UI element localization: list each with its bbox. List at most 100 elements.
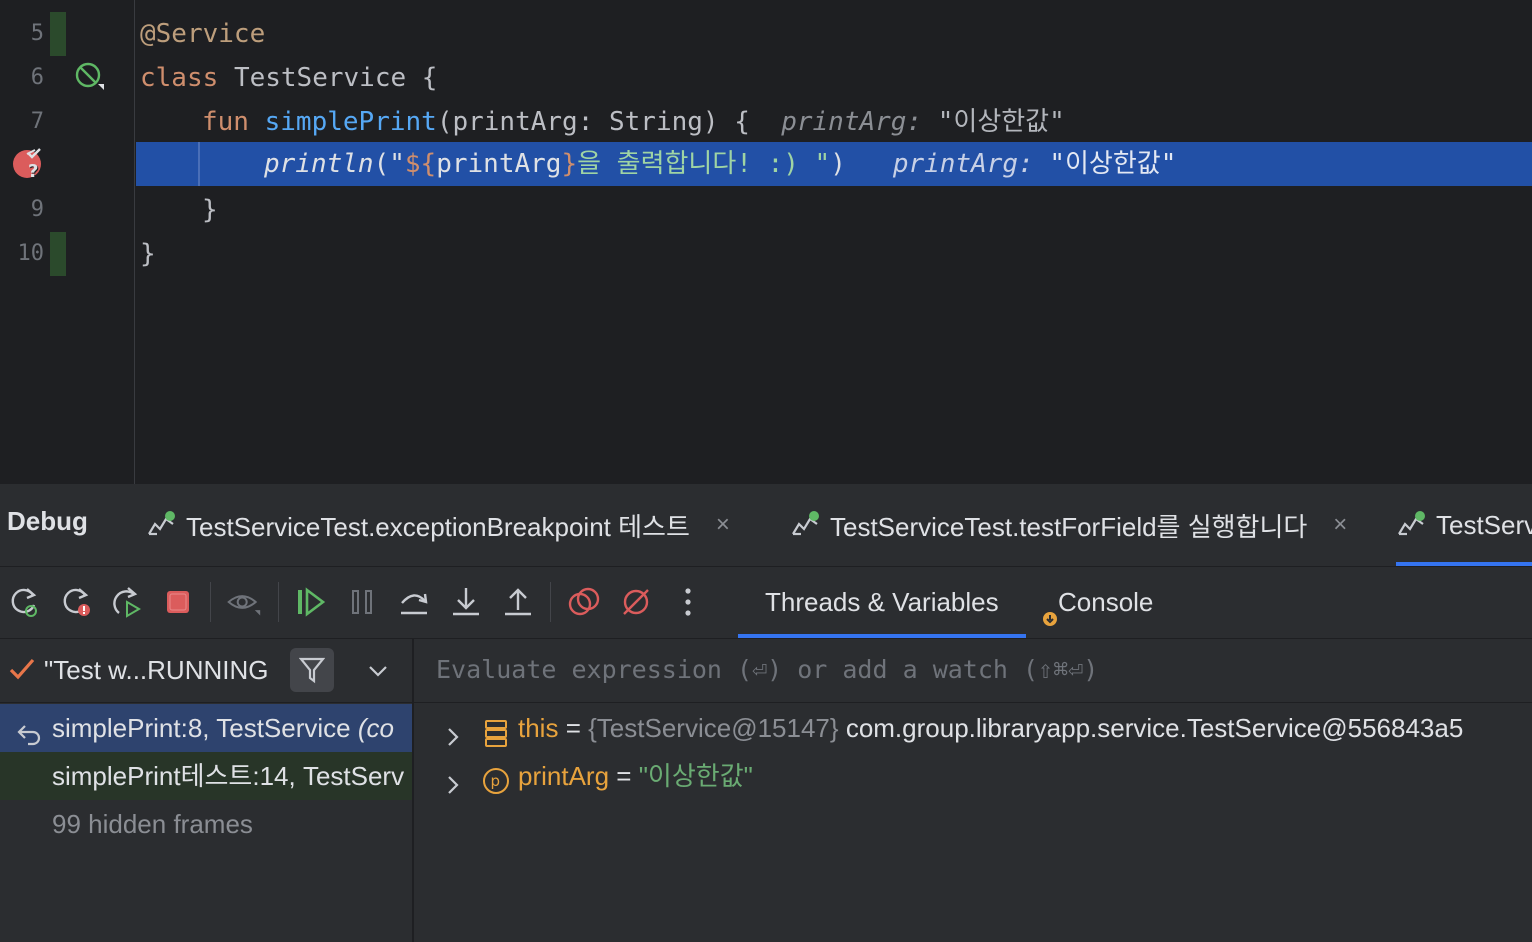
line-number: 9 <box>30 197 44 222</box>
test-run-icon <box>146 510 176 540</box>
breakpoint-icon[interactable]: ? ? <box>12 148 46 183</box>
mute-breakpoints-icon[interactable] <box>618 584 654 620</box>
more-options-icon[interactable] <box>670 584 706 620</box>
frame-row-selected[interactable]: simplePrint:8, TestService (co <box>0 704 412 752</box>
tab-label: Console <box>1058 586 1154 617</box>
code-text: class TestService { <box>140 56 437 100</box>
inline-value-label: printArg: <box>892 149 1034 179</box>
thread-selector[interactable]: "Test w...RUNNING <box>0 638 412 703</box>
vcs-change-marker[interactable] <box>50 12 66 56</box>
step-over-icon[interactable] <box>396 584 432 620</box>
chevron-right-icon[interactable] <box>444 716 464 746</box>
debug-panel: Debug TestServiceTest.exceptionBreakpoin… <box>0 484 1532 942</box>
variable-name: printArg <box>518 761 610 791</box>
code-text: } <box>202 195 218 225</box>
run-tab-active[interactable]: TestServ <box>1396 484 1532 566</box>
disabled-run-icon[interactable] <box>74 62 104 92</box>
code-line[interactable]: 6 class TestService { <box>0 56 1532 100</box>
equals-sign: = <box>616 761 632 791</box>
run-tab-test-for-field[interactable]: TestServiceTest.testForField를 실행합니다 × <box>790 484 1347 566</box>
code-punct: (" <box>373 149 405 179</box>
tab-label: Threads & Variables <box>765 586 999 617</box>
close-icon[interactable]: × <box>716 511 730 539</box>
close-icon[interactable]: × <box>1333 511 1347 539</box>
resume-icon[interactable] <box>292 584 328 620</box>
frame-name: simplePrint:8, TestService <box>52 713 351 743</box>
chevron-down-icon[interactable] <box>366 658 390 682</box>
equals-sign: = <box>565 713 581 743</box>
tab-console[interactable]: Console <box>1042 566 1153 638</box>
code-line[interactable]: 5 @Service <box>0 12 1532 56</box>
frame-label: simplePrint:8, TestService (co <box>52 704 394 752</box>
string-literal: 을 출력합니다! :) " <box>577 149 831 179</box>
tab-label: TestServiceTest.testForField를 실행합니다 <box>830 511 1308 542</box>
code-line[interactable]: 9 } <box>0 188 1532 232</box>
code-punct: ) <box>830 149 846 179</box>
function-call: println <box>264 149 374 179</box>
variable-row-this[interactable]: this = {TestService@15147} com.group.lib… <box>414 704 1532 752</box>
variables-pane: Evaluate expression (⏎) or add a watch (… <box>414 638 1532 942</box>
indent-guide <box>198 142 200 186</box>
inline-value: "이상한값" <box>1049 149 1177 179</box>
parameter-icon: p <box>482 762 510 794</box>
console-warning-icon <box>1042 603 1058 626</box>
chevron-right-icon[interactable] <box>444 764 464 794</box>
debug-toolbar: Threads & Variables Console <box>0 566 1532 639</box>
rerun-debug-icon[interactable] <box>6 584 42 620</box>
code-text: } <box>140 239 156 269</box>
code-text: println("${printArg}을 출력합니다! :) ") print… <box>264 142 1176 186</box>
vcs-change-marker[interactable] <box>50 232 66 276</box>
variable-type: {TestService@15147} <box>588 713 839 743</box>
current-execution-line[interactable]: println("${printArg}을 출력합니다! :) ") print… <box>136 142 1532 186</box>
pause-icon[interactable] <box>344 584 380 620</box>
run-tab-exception-breakpoint[interactable]: TestServiceTest.exceptionBreakpoint 테스트 … <box>146 484 730 566</box>
template-open: ${ <box>404 149 437 179</box>
code-editor[interactable]: 5 @Service 6 class TestService { 7 fun s… <box>0 0 1532 484</box>
code-text: @Service <box>140 19 266 49</box>
line-number: 5 <box>30 21 44 46</box>
svg-text:p: p <box>491 772 501 790</box>
filter-button[interactable] <box>290 648 334 692</box>
line-number: 10 <box>17 241 45 266</box>
object-icon <box>484 714 508 747</box>
tab-label: TestServiceTest.exceptionBreakpoint 테스트 <box>186 511 690 542</box>
test-run-icon <box>1396 510 1426 540</box>
line-number: 6 <box>30 65 44 90</box>
function-params: (printArg: String) { <box>436 107 750 137</box>
code-line[interactable]: 7 fun simplePrint(printArg: String) { pr… <box>0 100 1532 144</box>
function-name: simplePrint <box>264 107 437 137</box>
code-line[interactable]: 10 } <box>0 232 1532 276</box>
variable-row-printarg[interactable]: p printArg = "이상한값" <box>414 752 1532 800</box>
rerun-toggle-icon[interactable] <box>108 584 144 620</box>
step-out-icon[interactable] <box>500 584 536 620</box>
variable-content: printArg = "이상한값" <box>518 752 753 800</box>
frames-pane: "Test w...RUNNING simplePrint:8, TestSer… <box>0 638 414 942</box>
svg-text:?: ? <box>28 161 38 182</box>
debug-tab-bar: Debug TestServiceTest.exceptionBreakpoin… <box>0 484 1532 567</box>
rerun-failed-icon[interactable] <box>58 584 94 620</box>
keyword: class <box>140 63 219 93</box>
filter-icon <box>299 657 325 684</box>
frame-label: simplePrint테스트:14, TestServ <box>52 761 405 791</box>
gutter-line-8[interactable]: ? ? <box>0 142 134 186</box>
view-breakpoints-red-icon[interactable] <box>566 584 602 620</box>
code-text: fun simplePrint(printArg: String) { prin… <box>202 100 1065 144</box>
variable-name: this <box>518 713 559 743</box>
frame-row[interactable]: simplePrint테스트:14, TestServ <box>0 752 412 800</box>
evaluate-expression-input[interactable]: Evaluate expression (⏎) or add a watch (… <box>414 638 1532 703</box>
tab-threads-variables[interactable]: Threads & Variables <box>738 566 1026 638</box>
eval-placeholder: Evaluate expression (⏎) or add a watch (… <box>436 655 1099 684</box>
return-arrow-icon <box>16 715 42 746</box>
view-breakpoints-icon[interactable] <box>226 584 262 620</box>
step-into-icon[interactable] <box>448 584 484 620</box>
code-punct: { <box>406 63 438 93</box>
check-icon <box>8 656 36 684</box>
test-run-icon <box>790 510 820 540</box>
frame-label: 99 hidden frames <box>52 809 253 839</box>
line-number: 7 <box>30 109 44 134</box>
hidden-frames-row[interactable]: 99 hidden frames <box>0 800 412 848</box>
thread-label: "Test w...RUNNING <box>44 655 269 685</box>
variable-value: "이상한값" <box>638 761 753 791</box>
stop-icon[interactable] <box>160 584 196 620</box>
class-name: TestService <box>233 63 407 93</box>
